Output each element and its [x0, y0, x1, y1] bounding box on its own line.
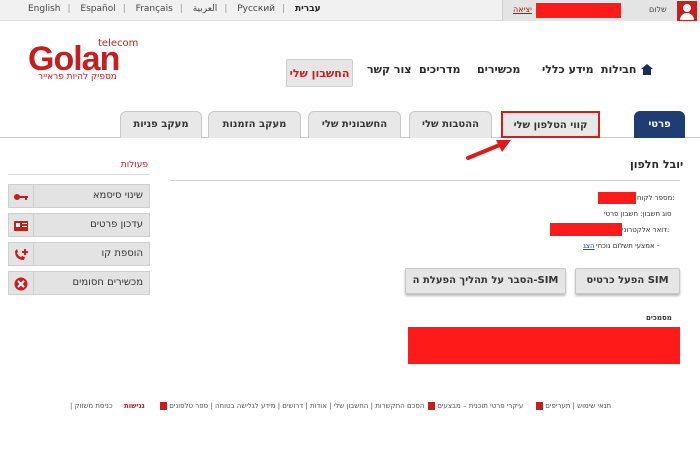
pdf-icon — [428, 402, 435, 410]
logout-link[interactable]: יציאה — [513, 5, 532, 14]
customer-number-label: מספר לקוח: — [637, 194, 675, 202]
lang-spanish[interactable]: Español — [80, 4, 115, 14]
sidebar-divider — [8, 174, 150, 175]
footer-reseller-login[interactable]: | כניסת משווק — [70, 402, 113, 410]
footer-misc-links[interactable]: הסכם התקשרות | החשבון שלי | אודות | דרוש… — [158, 402, 424, 410]
logo-brand-text: Golan — [28, 40, 120, 78]
customer-name: יובל חלפון — [630, 158, 684, 171]
pdf-icon — [160, 402, 167, 410]
documents-label: מסמכים — [646, 314, 672, 322]
tab-order-tracking[interactable]: מעקב הזמנות — [208, 111, 301, 138]
activate-sim-button[interactable]: הפעל כרטיס SIM — [575, 268, 680, 294]
home-icon[interactable] — [641, 64, 653, 75]
greeting-text: שלום — [649, 5, 667, 14]
icon-separator — [33, 272, 34, 294]
actions-title: פעולות — [120, 160, 148, 170]
show-payment-link[interactable]: הצג — [583, 242, 595, 250]
nav-devices[interactable]: מכשירים — [477, 59, 520, 81]
tab-my-phone-lines[interactable]: קווי הטלפון שלי — [501, 111, 600, 138]
content-divider — [170, 180, 680, 181]
tab-ticket-tracking[interactable]: מעקב פניות — [120, 111, 202, 138]
blocked-devices-button[interactable]: מכשירים חסומים — [8, 271, 150, 295]
golan-logo[interactable]: telecom Golan מספיק להיות פראייר — [28, 38, 138, 88]
redacted-email — [550, 223, 622, 236]
redacted-documents — [408, 327, 680, 364]
phone-plus-icon — [15, 249, 28, 260]
footer-accessibility[interactable]: נגישות — [124, 402, 145, 410]
user-box: יציאה שלום — [502, 0, 700, 21]
account-type: סוג חשבון: חשבון פרטי — [604, 210, 672, 218]
change-password-button[interactable]: שינוי סיסמא — [8, 184, 150, 208]
blocked-devices-label: מכשירים חסומים — [72, 277, 143, 288]
nav-contact[interactable]: צור קשר — [367, 59, 411, 81]
footer-terms-label: תנאי שימוש | תעריפים — [545, 402, 612, 410]
icon-separator — [33, 214, 34, 236]
lang-hebrew[interactable]: עברית — [295, 4, 321, 14]
top-bar: English | Español | Français | العربية | Рус… — [0, 0, 700, 21]
redacted-username — [536, 3, 621, 18]
sim-activation-help-button[interactable]: הסבר על תהליך הפעלת ה-SIM — [405, 268, 566, 294]
nav-packages[interactable]: חבילות — [601, 59, 636, 81]
update-details-label: עדכון פרטים — [90, 219, 143, 230]
add-line-button[interactable]: הוספת קו — [8, 242, 150, 266]
payment-label: אמצעי תשלום נוכחי - — [596, 242, 660, 250]
id-card-icon — [14, 221, 28, 231]
add-line-label: הוספת קו — [101, 248, 143, 259]
update-details-button[interactable]: עדכון פרטים — [8, 213, 150, 237]
redacted-customer-number — [598, 192, 636, 204]
user-icon — [677, 1, 697, 21]
nav-my-account[interactable]: החשבון שלי — [286, 59, 353, 87]
lang-english[interactable]: English — [28, 4, 61, 14]
lang-arabic[interactable]: العربية — [193, 4, 218, 14]
footer-plan-details-label: עיקרי פרטי תוכנית – מבצעים — [437, 402, 524, 410]
tab-my-invoice[interactable]: החשבונית שלי — [308, 111, 401, 138]
icon-separator — [33, 185, 34, 207]
annotation-arrow-icon — [466, 140, 511, 160]
blocked-icon — [14, 277, 28, 291]
icon-separator — [33, 243, 34, 265]
nav-guides[interactable]: מדריכים — [419, 59, 460, 81]
email-label: דואר אלקטרוני: — [622, 226, 670, 234]
lang-french[interactable]: Français — [136, 4, 173, 14]
change-password-label: שינוי סיסמא — [92, 190, 143, 201]
language-switcher: English | Español | Français | العربية | Рус… — [28, 4, 321, 14]
footer-terms[interactable]: תנאי שימוש | תעריפים — [534, 402, 611, 410]
key-icon — [14, 194, 28, 200]
footer-misc-links-label: הסכם התקשרות | החשבון שלי | אודות | דרוש… — [169, 402, 425, 410]
tab-my-benefits[interactable]: ההטבות שלי — [409, 111, 492, 138]
account-tabs: פרטי לקוח קווי הטלפון שלי ההטבות שלי החש… — [120, 111, 685, 155]
footer-plan-details[interactable]: עיקרי פרטי תוכנית – מבצעים — [426, 402, 523, 410]
pdf-icon — [536, 402, 543, 410]
logo-slogan: מספיק להיות פראייר — [38, 72, 117, 82]
tab-customer-details[interactable]: פרטי לקוח — [634, 111, 685, 155]
lang-russian[interactable]: Русский — [237, 4, 275, 14]
nav-general-info[interactable]: מידע כללי — [542, 59, 594, 81]
